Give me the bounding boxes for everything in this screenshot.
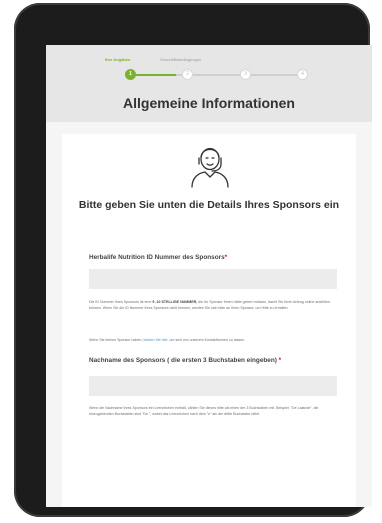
step-1-circle[interactable]: 1 bbox=[125, 69, 136, 80]
form-card bbox=[62, 134, 356, 507]
step-3-circle[interactable]: 3 bbox=[240, 69, 251, 80]
tablet-frame: Ihre Angaben Geschäftsbedingungen 1 2 3 … bbox=[14, 3, 372, 517]
no-sponsor-help-pre: Wenn Sie keinen Sponsor haben, bbox=[89, 338, 144, 342]
sponsor-id-help: Die ID Nummer Ihres Sponsors ist eine 9 … bbox=[89, 300, 337, 311]
contact-link[interactable]: klicken Sie hier, bbox=[143, 338, 168, 342]
no-sponsor-help: Wenn Sie keinen Sponsor haben, klicken S… bbox=[89, 338, 337, 344]
no-sponsor-help-post: um sich von unserem Kontaktformen zu las… bbox=[168, 338, 246, 342]
sponsor-name-input[interactable] bbox=[89, 376, 337, 396]
required-mark: * bbox=[278, 357, 282, 364]
sponsor-id-label-text: Herbalife Nutrition ID Nummer des Sponso… bbox=[89, 254, 225, 261]
step-1-label: Ihre Angaben bbox=[105, 57, 131, 62]
screen: Ihre Angaben Geschäftsbedingungen 1 2 3 … bbox=[46, 45, 372, 507]
progress-track-filled bbox=[130, 74, 176, 76]
form-subtitle: Bitte geben Sie unten die Details Ihres … bbox=[78, 199, 340, 211]
progress-track bbox=[176, 74, 302, 76]
progress-header: Ihre Angaben Geschäftsbedingungen 1 2 3 … bbox=[46, 45, 372, 122]
required-mark: * bbox=[224, 254, 228, 261]
page-title: Allgemeine Informationen bbox=[123, 95, 295, 111]
sponsor-name-label-text: Nachname des Sponsors ( die ersten 3 Buc… bbox=[89, 357, 277, 364]
sponsor-name-help: Wenn die Nachname Ihres Sponsors ein Lee… bbox=[89, 406, 319, 416]
sponsor-name-label: Nachname des Sponsors ( die ersten 3 Buc… bbox=[89, 357, 281, 364]
sponsor-id-help-bold: 9 -10 STELLIGE NUMMER, bbox=[152, 300, 198, 304]
support-agent-icon bbox=[191, 147, 229, 188]
sponsor-id-input[interactable] bbox=[89, 269, 337, 289]
step-4-circle[interactable]: 4 bbox=[297, 69, 308, 80]
sponsor-id-label: Herbalife Nutrition ID Nummer des Sponso… bbox=[89, 254, 227, 261]
sponsor-id-help-pre: Die ID Nummer Ihres Sponsors ist eine bbox=[89, 300, 153, 304]
step-2-label: Geschäftsbedingungen bbox=[160, 57, 202, 62]
step-2-circle[interactable]: 2 bbox=[182, 69, 193, 80]
